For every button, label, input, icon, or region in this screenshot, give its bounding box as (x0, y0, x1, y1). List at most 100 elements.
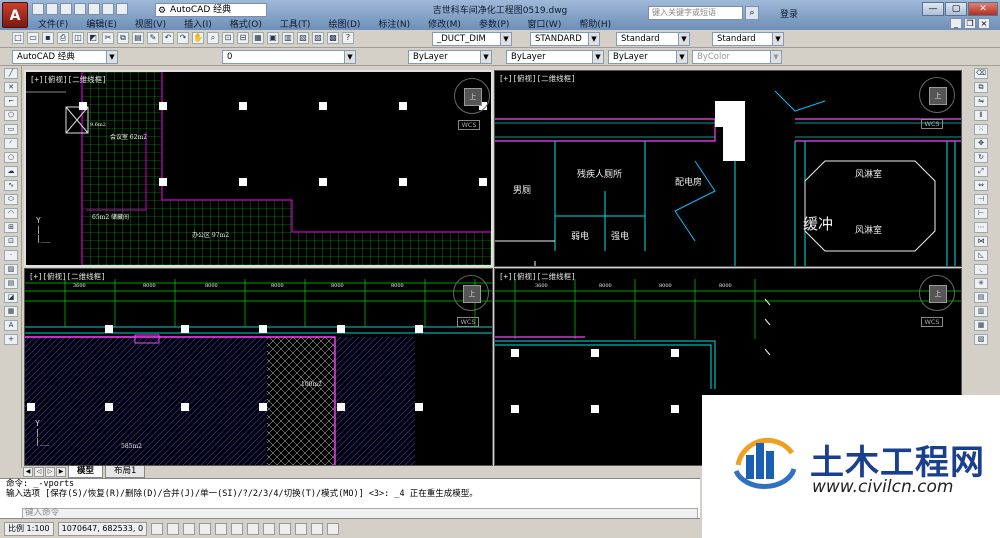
viewport-bottom-left[interactable]: [+][俯视][二维线框] 3600 8000 8000 8000 8000 8… (24, 268, 493, 466)
viewport-top-right[interactable]: [+][俯视][二维线框] 男厕 残疾人厕所 配电房 缓冲 风淋室 风淋室 弱电… (494, 70, 962, 267)
move-icon[interactable]: ✥ (974, 138, 988, 149)
menu-window[interactable]: 窗口(W) (527, 17, 561, 30)
cut-icon[interactable]: ✂ (102, 32, 114, 44)
menu-view[interactable]: 视图(V) (135, 17, 166, 30)
search-icon[interactable]: ⌕ (745, 6, 759, 20)
save-icon[interactable] (60, 3, 72, 15)
layer-icon[interactable]: ▤ (974, 292, 988, 303)
viewcube-face[interactable]: 上 (463, 285, 481, 303)
dyn-icon[interactable] (263, 522, 276, 535)
mirror-icon[interactable]: ⇋ (974, 96, 988, 107)
menu-parametric[interactable]: 参数(P) (479, 17, 509, 30)
sheet-set-icon[interactable]: ▧ (297, 32, 309, 44)
tablestyle-select[interactable]: Standard ▼ (616, 32, 690, 46)
point-icon[interactable]: · (4, 250, 18, 261)
hatch-icon[interactable]: ▨ (4, 264, 18, 275)
plot-icon[interactable] (88, 3, 100, 15)
gradient-icon[interactable]: ▤ (4, 278, 18, 289)
prev-tab-icon[interactable]: ◁ (34, 467, 44, 477)
viewcube[interactable]: 上 (919, 77, 955, 113)
new-icon[interactable] (32, 3, 44, 15)
save-as-icon[interactable] (74, 3, 86, 15)
dimstyle-select[interactable]: _DUCT_DIM ▼ (432, 32, 512, 46)
wcs-menu[interactable]: WCS (921, 119, 943, 129)
new-icon[interactable]: □ (12, 32, 24, 44)
transparency-icon[interactable] (295, 522, 308, 535)
multiline-text-icon[interactable]: A (4, 320, 18, 331)
close-icon[interactable]: ✕ (968, 2, 998, 16)
open-icon[interactable]: ▭ (27, 32, 39, 44)
last-tab-icon[interactable]: ▶ (56, 467, 66, 477)
otrack-icon[interactable] (231, 522, 244, 535)
rectangle-icon[interactable]: ▭ (4, 124, 18, 135)
wcs-menu[interactable]: WCS (921, 317, 943, 327)
doc-minimize-icon[interactable]: _ (950, 18, 962, 29)
search-input[interactable]: 键入关键字或短语 (648, 6, 743, 20)
line-icon[interactable]: ╱ (4, 68, 18, 79)
copy-icon[interactable]: ⧉ (117, 32, 129, 44)
scale-icon[interactable]: ⤢ (974, 166, 988, 177)
doc-restore-icon[interactable]: ❐ (964, 18, 976, 29)
menu-dimension[interactable]: 标注(N) (378, 17, 410, 30)
rotate-icon[interactable]: ↻ (974, 152, 988, 163)
menu-format[interactable]: 格式(O) (230, 17, 262, 30)
lineweight-icon[interactable] (279, 522, 292, 535)
viewcube[interactable]: 上 (453, 275, 489, 311)
extend-icon[interactable]: ⊢ (974, 208, 988, 219)
match-properties-icon[interactable]: ✎ (147, 32, 159, 44)
menu-tools[interactable]: 工具(T) (280, 17, 311, 30)
chamfer-icon[interactable]: ◺ (974, 250, 988, 261)
design-center-icon[interactable]: ▣ (267, 32, 279, 44)
tab-layout1[interactable]: 布局1 (105, 466, 146, 478)
table-icon[interactable]: ▦ (4, 306, 18, 317)
mleaderstyle-select[interactable]: Standard ▼ (712, 32, 784, 46)
next-tab-icon[interactable]: ▷ (45, 467, 55, 477)
help-icon[interactable]: ? (342, 32, 354, 44)
open-icon[interactable] (46, 3, 58, 15)
ortho-icon[interactable] (183, 522, 196, 535)
revision-cloud-icon[interactable]: ☁ (4, 166, 18, 177)
minimize-icon[interactable]: — (922, 2, 944, 16)
viewport-label[interactable]: [+][俯视][二维线框] (499, 271, 576, 282)
spline-icon[interactable]: ∿ (4, 180, 18, 191)
osnap-icon[interactable] (215, 522, 228, 535)
region-icon[interactable]: ◪ (4, 292, 18, 303)
viewport-label[interactable]: [+][俯视][二维线框] (30, 74, 107, 85)
make-block-icon[interactable]: ⊡ (4, 236, 18, 247)
snap-icon[interactable] (151, 522, 164, 535)
polygon-icon[interactable]: ⬠ (4, 110, 18, 121)
erase-icon[interactable]: ⌫ (974, 68, 988, 79)
add-selected-icon[interactable]: + (4, 334, 18, 345)
redo-icon[interactable] (116, 3, 128, 15)
menu-draw[interactable]: 绘图(D) (328, 17, 360, 30)
color-select[interactable]: ByLayer ▼ (408, 50, 492, 64)
application-menu-button[interactable]: A (2, 2, 28, 28)
undo-icon[interactable]: ↶ (162, 32, 174, 44)
save-icon[interactable]: ▪ (42, 32, 54, 44)
properties-palette-icon[interactable]: ▦ (974, 320, 988, 331)
plot-icon[interactable]: ⎙ (57, 32, 69, 44)
insert-block-icon[interactable]: ⊞ (4, 222, 18, 233)
pan-icon[interactable]: ✋ (192, 32, 204, 44)
viewport-top-left[interactable]: [+][俯视][二维线框] 会议室 62m2 65m2 储藏间 办公区 97m2… (24, 70, 493, 267)
copy-object-icon[interactable]: ⧉ (974, 82, 988, 93)
grid-icon[interactable] (167, 522, 180, 535)
selection-cycling-icon[interactable] (327, 522, 340, 535)
fillet-icon[interactable]: ◟ (974, 264, 988, 275)
maximize-icon[interactable]: ▢ (945, 2, 967, 16)
zoom-realtime-icon[interactable]: ⌕ (207, 32, 219, 44)
preview-icon[interactable]: ◫ (72, 32, 84, 44)
menu-help[interactable]: 帮助(H) (579, 17, 611, 30)
tab-model[interactable]: 模型 (68, 466, 104, 478)
zoom-window-icon[interactable]: ⊡ (222, 32, 234, 44)
wcs-menu[interactable]: WCS (458, 120, 480, 130)
menu-insert[interactable]: 插入(I) (184, 17, 212, 30)
layer-state-icon[interactable]: ▥ (974, 306, 988, 317)
join-icon[interactable]: ⋈ (974, 236, 988, 247)
explode-icon[interactable]: ✳ (974, 278, 988, 289)
break-icon[interactable]: ⋯ (974, 222, 988, 233)
viewcube[interactable]: 上 (919, 275, 955, 311)
wcs-menu[interactable]: WCS (457, 317, 479, 327)
trim-icon[interactable]: ⊣ (974, 194, 988, 205)
offset-icon[interactable]: ⫴ (974, 110, 988, 121)
